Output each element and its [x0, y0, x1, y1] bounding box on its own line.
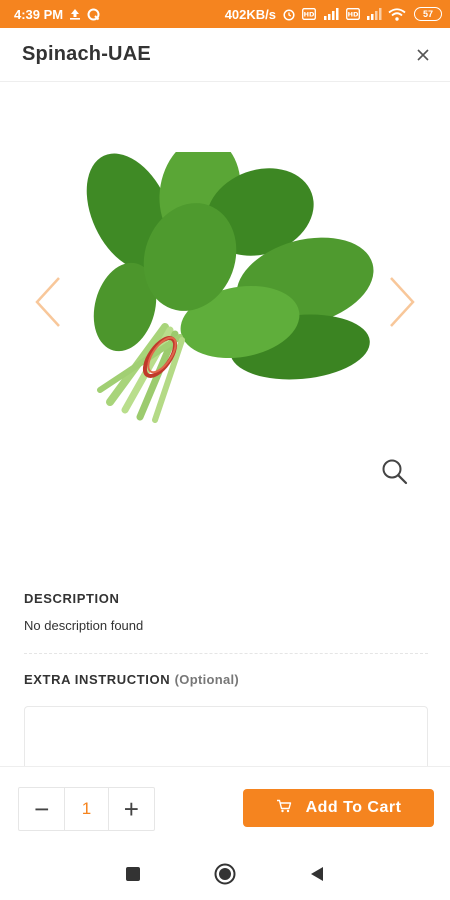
- signal-icon: [322, 8, 340, 20]
- extra-instruction-title: EXTRA INSTRUCTION: [24, 672, 171, 687]
- status-time: 4:39 PM: [14, 6, 64, 22]
- system-nav-bar: [0, 848, 450, 900]
- network-speed: 402KB/s: [224, 6, 276, 22]
- svg-text:HD: HD: [304, 11, 315, 19]
- search-icon[interactable]: [380, 457, 410, 487]
- page-title: Spinach-UAE: [22, 43, 151, 65]
- optional-label: (Optional): [174, 672, 240, 687]
- product-gallery: [0, 82, 450, 542]
- status-left: 4:39 PM: [14, 7, 100, 22]
- alarm-icon: [282, 7, 296, 21]
- hd-icon: HD: [302, 8, 316, 20]
- signal-icon-2: [366, 8, 382, 20]
- quantity-stepper: − 1 +: [18, 787, 155, 831]
- status-right: 402KB/s HD HD 57: [225, 7, 442, 22]
- description-section: DESCRIPTION No description found: [24, 591, 428, 633]
- cart-bar: − 1 + Add To Cart: [0, 766, 450, 848]
- q-app-icon: [87, 8, 100, 21]
- divider: [24, 653, 428, 654]
- increment-button[interactable]: +: [109, 788, 154, 830]
- home-button[interactable]: [214, 863, 236, 885]
- product-header: Spinach-UAE: [0, 28, 450, 82]
- extra-instruction-section: EXTRA INSTRUCTION (Optional): [24, 671, 428, 689]
- wifi-icon: [388, 7, 406, 21]
- battery-icon: 57: [414, 7, 442, 21]
- description-text: No description found: [24, 618, 144, 633]
- chevron-left-icon[interactable]: [28, 272, 68, 332]
- back-button[interactable]: [306, 863, 328, 885]
- add-to-cart-label: Add To Cart: [305, 799, 402, 816]
- description-title: DESCRIPTION: [24, 591, 120, 606]
- add-to-cart-button[interactable]: Add To Cart: [243, 789, 434, 827]
- hd-icon-2: HD: [346, 8, 360, 20]
- product-image: [86, 152, 374, 423]
- quantity-value: 1: [64, 788, 109, 830]
- close-icon[interactable]: [416, 44, 430, 66]
- status-bar: 4:39 PM 402KB/s HD HD 57: [0, 0, 450, 28]
- battery-level: 57: [422, 9, 433, 19]
- chevron-right-icon[interactable]: [382, 272, 422, 332]
- upload-icon: [69, 8, 81, 20]
- decrement-button[interactable]: −: [19, 788, 64, 830]
- recent-apps-button[interactable]: [122, 863, 144, 885]
- svg-text:HD: HD: [348, 11, 359, 19]
- cart-icon: [276, 799, 292, 818]
